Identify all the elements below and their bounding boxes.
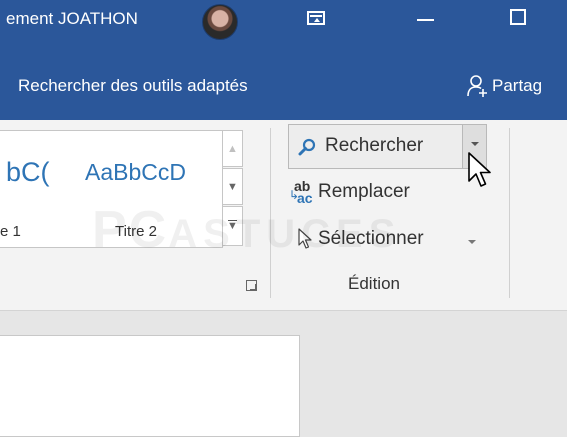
replace-label: Remplacer (318, 181, 410, 202)
editing-group-label: Édition (348, 274, 400, 293)
style-heading-2-label[interactable]: Titre 2 (115, 223, 157, 240)
maximize-icon[interactable] (510, 9, 526, 25)
gallery-scroll-up-button[interactable]: ▲ (222, 130, 243, 167)
tell-me-search[interactable]: Rechercher des outils adaptés (18, 76, 248, 96)
style-heading-1-label[interactable]: e 1 (0, 223, 21, 240)
style-heading-2-sample[interactable]: AaBbCcD (85, 159, 186, 186)
title-bar: ement JOATHON (0, 0, 567, 42)
pointer-arrow-icon (298, 228, 312, 249)
share-button[interactable]: Partag (492, 76, 542, 96)
styles-dialog-launcher-icon[interactable] (246, 280, 257, 291)
magnifier-icon (298, 138, 316, 156)
replace-icon: ab ↳ ac (289, 178, 313, 206)
mouse-pointer-icon (468, 152, 491, 187)
find-label: Rechercher (325, 135, 424, 156)
styles-gallery-scroller: ▲ ▼ ▼ (222, 130, 244, 246)
minimize-icon[interactable] (417, 19, 434, 21)
chevron-down-icon (468, 240, 476, 244)
select-button[interactable]: Sélectionner (292, 218, 492, 256)
gallery-more-button[interactable]: ▼ (222, 206, 243, 246)
document-canvas (0, 311, 567, 437)
styles-gallery: bC( e 1 AaBbCcD Titre 2 (0, 130, 223, 248)
account-name[interactable]: ement JOATHON (6, 9, 138, 29)
document-page[interactable] (0, 335, 300, 437)
avatar[interactable] (202, 4, 238, 40)
replace-button[interactable]: ab ↳ ac Remplacer (289, 174, 460, 212)
style-heading-1-sample[interactable]: bC( (6, 157, 50, 188)
group-divider (270, 128, 271, 298)
find-button[interactable]: Rechercher (288, 124, 463, 169)
ribbon-display-options-icon[interactable] (307, 11, 325, 25)
select-label: Sélectionner (318, 228, 424, 249)
chevron-down-icon (471, 142, 479, 146)
group-divider (509, 128, 510, 298)
ribbon: bC( e 1 AaBbCcD Titre 2 ▲ ▼ ▼ Rechercher… (0, 120, 567, 311)
tell-me-bar: Rechercher des outils adaptés Partag (0, 42, 567, 120)
gallery-scroll-down-button[interactable]: ▼ (222, 168, 243, 205)
person-add-icon[interactable] (466, 74, 490, 98)
